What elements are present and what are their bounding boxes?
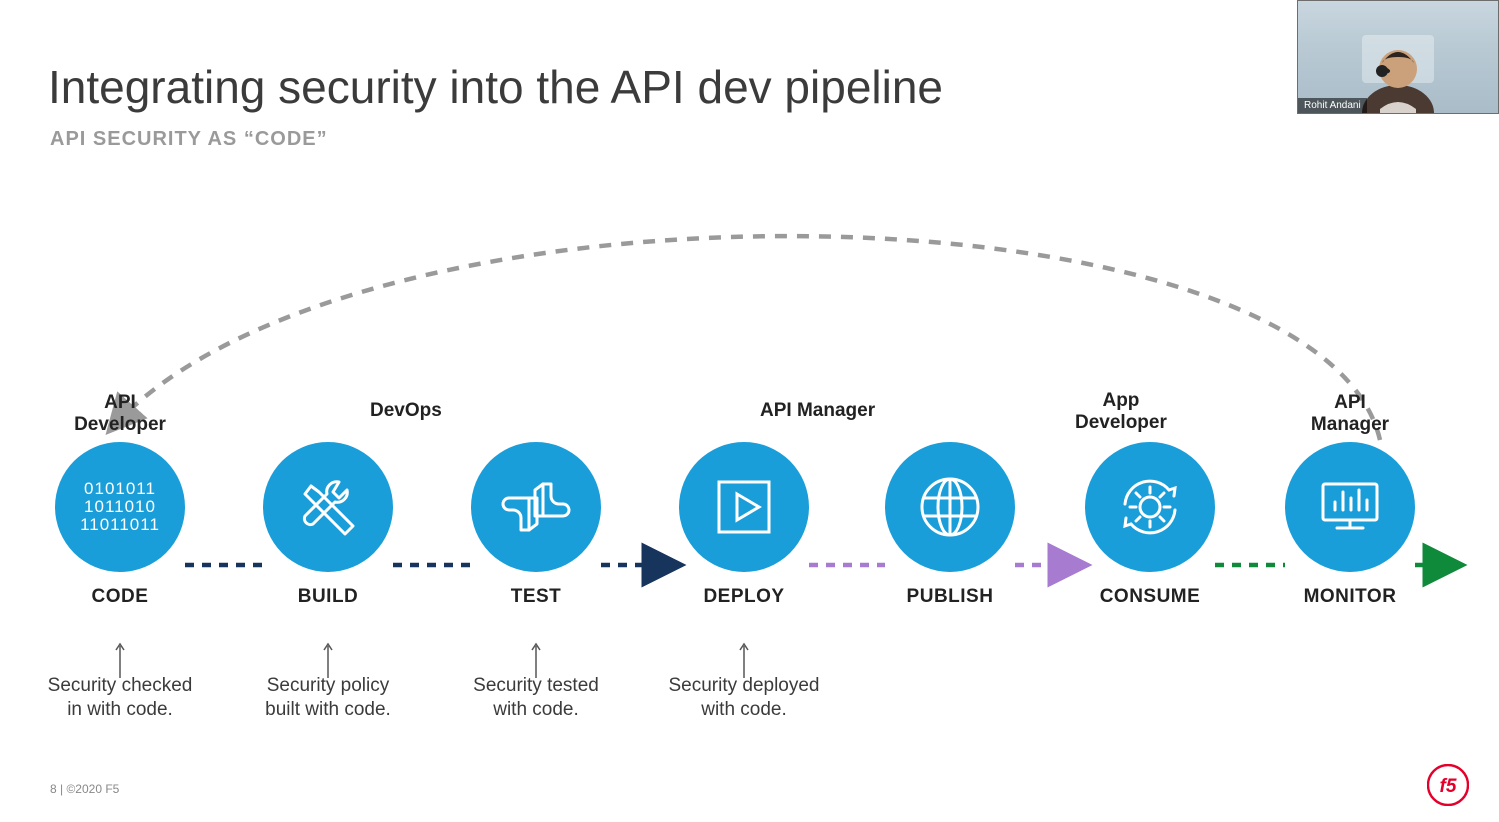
step-label: DEPLOY	[644, 586, 844, 608]
svg-text:1011010: 1011010	[84, 497, 156, 516]
node-code: API Developer0101011101101011011011CODES…	[20, 390, 220, 722]
node-deploy: DEPLOY Security deployed with code.	[644, 390, 844, 722]
svg-text:0101011: 0101011	[84, 479, 156, 498]
role-label	[850, 390, 1050, 442]
node-test: TEST Security tested with code.	[436, 390, 636, 722]
annotation-arrow-icon	[113, 640, 127, 680]
step-label: PUBLISH	[850, 586, 1050, 608]
f5-logo-icon: f5	[1427, 764, 1469, 806]
annotation-arrow-icon	[321, 640, 335, 680]
deploy-icon	[679, 442, 809, 572]
role-api-manager: API Manager	[760, 400, 875, 422]
node-publish: PUBLISH	[850, 390, 1050, 608]
role-app-developer: App Developer	[1075, 390, 1167, 434]
step-label: CONSUME	[1050, 586, 1250, 608]
annotation-text: Security checked in with code.	[20, 674, 220, 722]
annotation-arrow-icon	[529, 640, 543, 680]
consume-icon	[1085, 442, 1215, 572]
role-label	[436, 390, 636, 442]
annotation-text: Security tested with code.	[436, 674, 636, 722]
step-label: MONITOR	[1250, 586, 1450, 608]
test-icon	[471, 442, 601, 572]
monitor-icon	[1285, 442, 1415, 572]
pipeline-stage: API Developer0101011101101011011011CODES…	[0, 390, 1499, 760]
annotation-arrow-icon	[737, 640, 751, 680]
role-devops: DevOps	[370, 400, 442, 422]
presenter-webcam: Rohit Andani	[1297, 0, 1499, 114]
svg-text:f5: f5	[1440, 776, 1457, 797]
svg-text:11011011: 11011011	[80, 515, 160, 534]
build-icon	[263, 442, 393, 572]
annotation-text: Security policy built with code.	[228, 674, 428, 722]
code-icon: 0101011101101011011011	[55, 442, 185, 572]
role-label: API Manager	[1250, 390, 1450, 442]
node-build: BUILD Security policy built with code.	[228, 390, 428, 722]
step-label: TEST	[436, 586, 636, 608]
footer-text: 8 | ©2020 F5	[50, 782, 119, 796]
step-label: BUILD	[228, 586, 428, 608]
publish-icon	[885, 442, 1015, 572]
step-label: CODE	[20, 586, 220, 608]
node-monitor: API Manager MONITOR	[1250, 390, 1450, 608]
role-label: API Developer	[20, 390, 220, 442]
presenter-name: Rohit Andani	[1298, 98, 1367, 113]
annotation-text: Security deployed with code.	[644, 674, 844, 722]
